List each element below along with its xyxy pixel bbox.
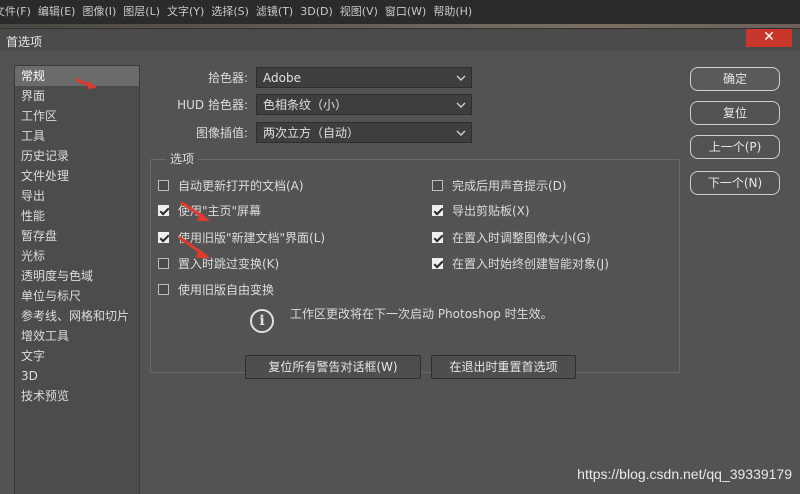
- option-label: 完成后用声音提示(D): [452, 179, 567, 193]
- reset-button[interactable]: 复位: [690, 101, 780, 125]
- category-item[interactable]: 文字: [15, 346, 139, 366]
- menu-item[interactable]: 视图(V): [340, 5, 385, 19]
- option-row[interactable]: 导出剪贴板(X): [432, 202, 530, 219]
- category-item[interactable]: 文件处理: [15, 166, 139, 186]
- menu-item[interactable]: 文字(Y): [167, 5, 211, 19]
- category-item[interactable]: 3D: [15, 366, 139, 386]
- menu-item[interactable]: 文件(F): [0, 5, 38, 19]
- dialog-titlebar: 首选项 ✕: [0, 29, 800, 51]
- watermark: https://blog.csdn.net/qq_39339179: [577, 466, 792, 482]
- category-item[interactable]: 透明度与色域: [15, 266, 139, 286]
- option-checkbox[interactable]: [158, 232, 169, 243]
- interpolation-select[interactable]: 两次立方（自动）: [256, 122, 472, 143]
- option-row[interactable]: 在置入时始终创建智能对象(J): [432, 255, 609, 272]
- category-item[interactable]: 导出: [15, 186, 139, 206]
- annotation-arrow-icon: [180, 201, 210, 221]
- category-list: 常规 界面 工作区 工具 历史记录 文件处理 导出 性能 暂存盘 光标 透明度与色域 单位与标尺 参考线…: [14, 65, 140, 494]
- menu-bar: 文件(F)编辑(E)图像(I)图层(L)文字(Y)选择(S)滤镜(T)3D(D)…: [0, 0, 800, 24]
- interpolation-value: 两次立方（自动）: [263, 126, 360, 140]
- category-item[interactable]: 光标: [15, 246, 139, 266]
- option-label: 自动更新打开的文档(A): [178, 179, 304, 193]
- close-icon[interactable]: ✕: [763, 29, 775, 45]
- option-label: 使用旧版自由变换: [178, 283, 275, 297]
- color-picker-value: Adobe: [263, 70, 301, 85]
- info-text: 工作区更改将在下一次启动 Photoshop 时生效。: [290, 307, 553, 321]
- prev-button[interactable]: 上一个(P): [690, 135, 780, 159]
- option-checkbox[interactable]: [432, 205, 443, 216]
- ok-button[interactable]: 确定: [690, 67, 780, 91]
- category-item[interactable]: 性能: [15, 206, 139, 226]
- color-picker-row: 拾色器: Adobe: [150, 67, 472, 88]
- info-icon: i: [250, 309, 274, 333]
- color-picker-label: 拾色器:: [207, 71, 248, 85]
- menu-item[interactable]: 滤镜(T): [256, 5, 300, 19]
- option-checkbox[interactable]: [158, 258, 169, 269]
- reset-on-quit-button[interactable]: 在退出时重置首选项: [431, 355, 576, 379]
- dialog-title: 首选项: [6, 35, 43, 49]
- color-picker-select[interactable]: Adobe: [256, 67, 472, 88]
- options-legend: 选项: [166, 150, 199, 167]
- hud-picker-label: HUD 拾色器:: [177, 98, 248, 112]
- preferences-dialog: 首选项 ✕ 常规 界面 工作区 工具 历史记录 文件处理 导出 性能 暂存盘 光标 透明度与色域 单位…: [0, 28, 800, 494]
- hud-picker-row: HUD 拾色器: 色相条纹（小）: [150, 94, 472, 115]
- option-checkbox[interactable]: [432, 180, 443, 191]
- option-row[interactable]: 置入时跳过变换(K): [158, 255, 279, 272]
- annotation-arrow-icon: [178, 236, 210, 258]
- option-row[interactable]: 自动更新打开的文档(A): [158, 177, 304, 194]
- option-checkbox[interactable]: [432, 232, 443, 243]
- menu-item[interactable]: 帮助(H): [433, 5, 479, 19]
- reset-warnings-button[interactable]: 复位所有警告对话框(W): [245, 355, 421, 379]
- menu-item[interactable]: 图像(I): [82, 5, 123, 19]
- hud-picker-select[interactable]: 色相条纹（小）: [256, 94, 472, 115]
- option-row[interactable]: 完成后用声音提示(D): [432, 177, 567, 194]
- interpolation-row: 图像插值: 两次立方（自动）: [150, 122, 472, 143]
- option-row[interactable]: 在置入时调整图像大小(G): [432, 229, 591, 246]
- option-label: 在置入时始终创建智能对象(J): [452, 257, 609, 271]
- category-item[interactable]: 参考线、网格和切片: [15, 306, 139, 326]
- menu-item[interactable]: 编辑(E): [38, 5, 83, 19]
- category-item[interactable]: 工具: [15, 126, 139, 146]
- next-button[interactable]: 下一个(N): [690, 171, 780, 195]
- interpolation-label: 图像插值:: [195, 126, 248, 140]
- category-item[interactable]: 增效工具: [15, 326, 139, 346]
- category-item[interactable]: 单位与标尺: [15, 286, 139, 306]
- chevron-down-icon: [456, 102, 466, 108]
- option-checkbox[interactable]: [158, 284, 169, 295]
- menu-item[interactable]: 3D(D): [300, 5, 340, 19]
- option-checkbox[interactable]: [158, 205, 169, 216]
- category-item[interactable]: 技术预览: [15, 386, 139, 406]
- chevron-down-icon: [456, 75, 466, 81]
- category-item[interactable]: 暂存盘: [15, 226, 139, 246]
- close-button[interactable]: ✕: [746, 29, 792, 47]
- menu-item[interactable]: 窗口(W): [385, 5, 433, 19]
- option-checkbox[interactable]: [158, 180, 169, 191]
- menu-item[interactable]: 图层(L): [123, 5, 167, 19]
- annotation-arrow-icon: [76, 78, 96, 89]
- option-row[interactable]: 使用旧版自由变换: [158, 281, 274, 298]
- category-item[interactable]: 历史记录: [15, 146, 139, 166]
- option-checkbox[interactable]: [432, 258, 443, 269]
- option-label: 在置入时调整图像大小(G): [452, 231, 591, 245]
- chevron-down-icon: [456, 130, 466, 136]
- menu-item[interactable]: 选择(S): [211, 5, 256, 19]
- category-item[interactable]: 工作区: [15, 106, 139, 126]
- option-label: 导出剪贴板(X): [452, 204, 530, 218]
- hud-picker-value: 色相条纹（小）: [263, 98, 348, 112]
